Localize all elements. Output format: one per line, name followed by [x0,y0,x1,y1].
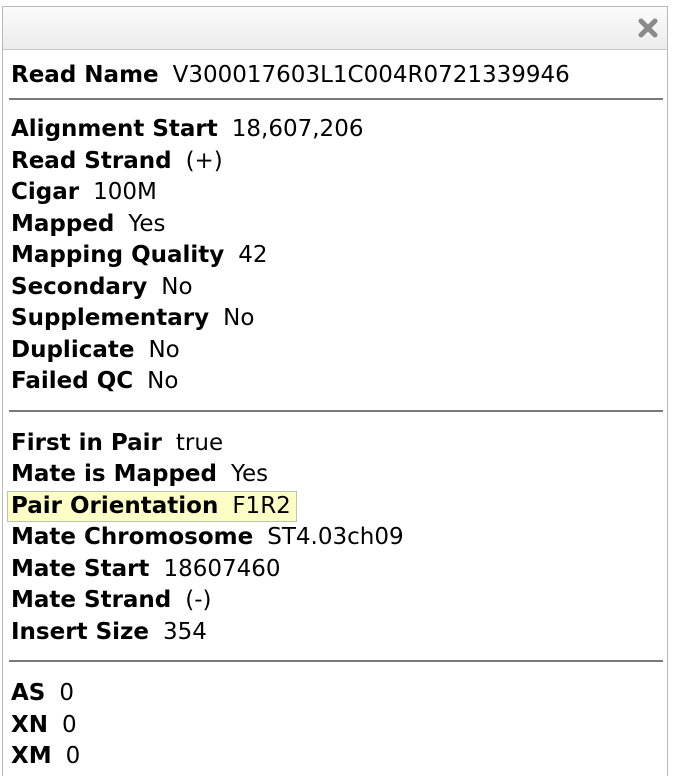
close-icon[interactable] [637,17,659,39]
alignment-start-row: Alignment Start 18,607,206 [11,114,667,146]
field-value: 100M [93,179,157,205]
field-label: AS [11,680,46,706]
field-value: No [148,336,180,363]
popup-titlebar[interactable] [3,7,667,50]
field-value: 0 [61,711,77,738]
field-label: Insert Size [11,618,149,645]
field-value: 42 [238,242,268,268]
section-divider [9,409,663,412]
field-value: No [223,305,255,331]
alignment-section: Alignment Start 18,607,206 Read Strand (+)… [11,114,667,398]
field-label: Mate Chromosome [11,524,254,550]
field-value: 18607460 [163,555,281,582]
xn-tag-row: XN 0 [11,710,667,742]
read-name-label: Read Name [11,62,159,88]
field-value: Yes [231,461,269,487]
field-label: Failed QC [11,368,134,394]
mapping-quality-row: Mapping Quality 42 [11,240,667,272]
field-label: Mate Start [11,555,150,582]
field-label: Mapped [11,210,115,237]
read-name-row: Read Name V300017603L1C004R0721339946 [11,58,667,92]
secondary-row: Secondary No [11,272,667,304]
field-value: Yes [128,210,166,237]
cigar-row: Cigar 100M [11,177,667,209]
as-tag-row: AS 0 [11,678,667,710]
insert-size-row: Insert Size 354 [11,617,667,649]
field-label: Mate Strand [11,587,172,613]
mate-is-mapped-row: Mate is Mapped Yes [11,459,667,491]
field-value: (-) [185,587,212,613]
field-value: 18,607,206 [231,116,364,142]
mate-start-row: Mate Start 18607460 [11,554,667,586]
section-divider [9,98,663,100]
mate-chromosome-row: Mate Chromosome ST4.03ch09 [11,522,667,554]
field-label: Pair Orientation [11,492,219,519]
mapped-row: Mapped Yes [11,209,667,241]
failed-qc-row: Failed QC No [11,366,667,398]
supplementary-row: Supplementary No [11,303,667,335]
field-value: No [161,273,193,300]
xm-tag-row: XM 0 [11,741,667,773]
pair-orientation-row: Pair Orientation F1R2 [7,490,667,523]
field-value: true [175,429,224,456]
field-value: 0 [59,680,75,706]
pair-orientation-highlight: Pair Orientation F1R2 [7,490,297,522]
field-label: First in Pair [11,429,162,456]
first-in-pair-row: First in Pair true [11,428,667,460]
field-label: XN [11,711,48,738]
mate-strand-row: Mate Strand (-) [11,585,667,617]
field-label: Alignment Start [11,116,218,142]
field-value: No [147,368,179,394]
field-label: Mate is Mapped [11,461,217,487]
duplicate-row: Duplicate No [11,335,667,367]
field-label: XM [11,743,52,769]
field-value: F1R2 [232,492,291,519]
read-details-popup: Read Name V300017603L1C004R0721339946 Ali… [2,6,668,776]
field-label: Read Strand [11,147,172,174]
field-value: (+) [185,147,223,174]
field-value: 0 [65,743,81,769]
read-name-value: V300017603L1C004R0721339946 [172,62,570,88]
read-details-content: Read Name V300017603L1C004R0721339946 Ali… [3,58,667,773]
field-label: Mapping Quality [11,242,225,268]
field-label: Supplementary [11,305,210,331]
field-value: ST4.03ch09 [267,524,404,550]
tags-section: AS 0 XN 0 XM 0 [11,678,667,773]
pair-section: First in Pair true Mate is Mapped Yes Pair… [7,428,667,649]
field-value: 354 [163,618,207,645]
field-label: Cigar [11,179,80,205]
field-label: Secondary [11,273,148,300]
section-divider [9,660,663,662]
field-label: Duplicate [11,336,135,363]
read-strand-row: Read Strand (+) [11,146,667,178]
